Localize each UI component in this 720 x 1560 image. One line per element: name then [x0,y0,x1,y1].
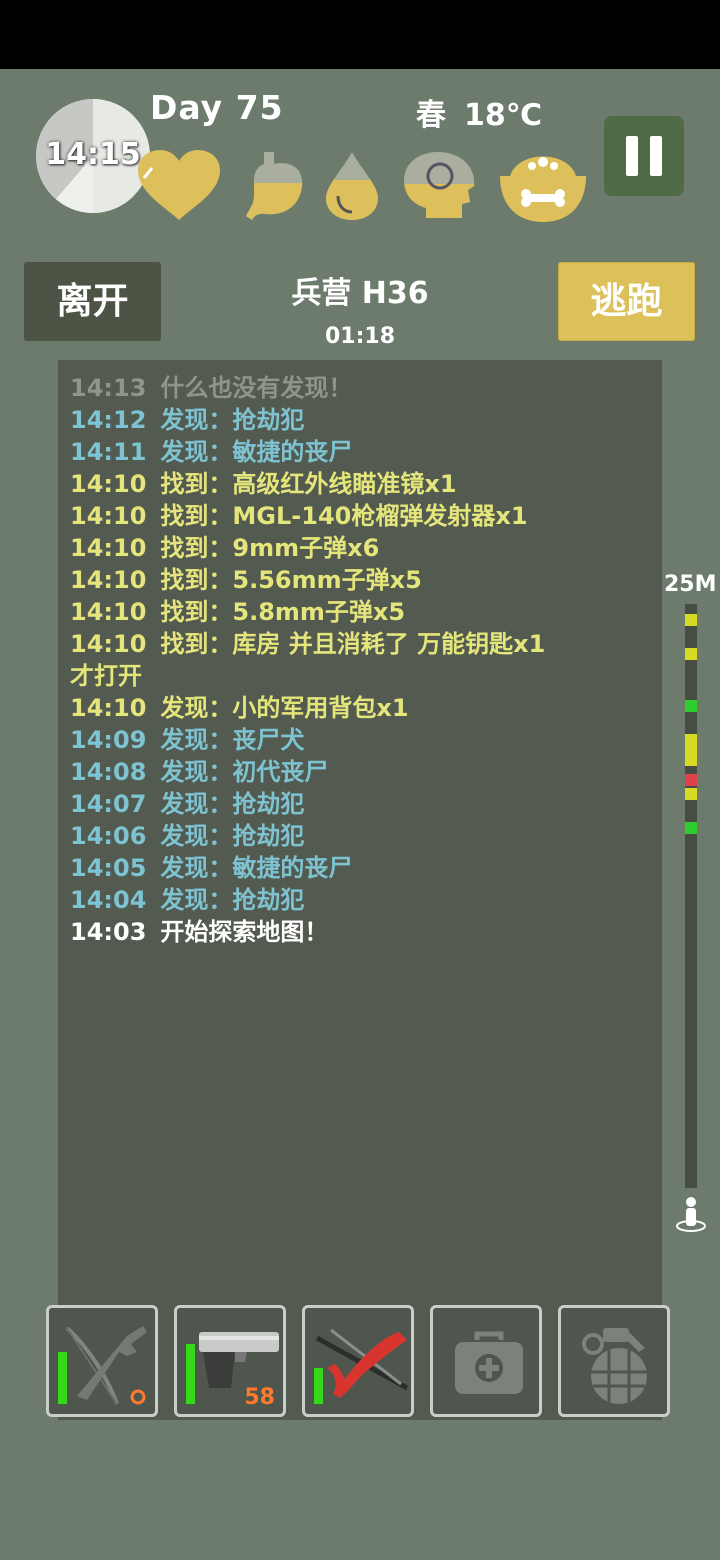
depth-marker [685,822,697,834]
melee-weapons-icon [315,1328,409,1398]
depth-marker [685,734,697,766]
log-message: 找到：高级红外线瞄准镜x1 [160,470,457,498]
temperature-label: 18℃ [464,98,543,133]
log-time: 14:03 [70,918,147,946]
log-entry: 14:10 找到：MGL-140枪榴弹发射器x1 [70,500,650,532]
log-entry: 14:05 发现：敏捷的丧尸 [70,852,650,884]
slot-primary-weapon[interactable] [46,1305,158,1417]
day-clock: 14:15 [36,99,150,213]
log-message: 找到：9mm子弹x6 [160,534,380,562]
pause-button[interactable] [604,116,684,196]
log-entry: 14:13 什么也没有发现！ [70,372,650,404]
log-message: 找到：5.56mm子弹x5 [160,566,422,594]
log-time: 14:10 [70,502,147,530]
pet-bowl-icon [500,156,586,222]
log-time: 14:10 [70,598,147,626]
durability-bar [314,1368,323,1404]
log-time: 14:10 [70,470,147,498]
log-time: 14:11 [70,438,147,466]
event-log-panel[interactable]: 14:13 什么也没有发现！ 14:12 发现：抢劫犯 14:11 发现：敏捷的丧尸 14:… [58,360,662,1420]
day-counter: Day 75 [150,88,284,127]
depth-marker [685,700,697,712]
log-message: 发现：小的军用背包x1 [160,694,409,722]
log-entry: 14:03 开始探索地图！ [70,916,650,948]
pistol-icon [199,1332,279,1388]
slot-secondary-weapon[interactable]: 58 [174,1305,286,1417]
log-time: 14:10 [70,534,147,562]
log-entry: 14:10 找到：高级红外线瞄准镜x1 [70,468,650,500]
log-time: 14:10 [70,630,147,658]
log-time: 14:07 [70,790,147,818]
log-message: 找到：5.8mm子弹x5 [160,598,406,626]
pause-icon [626,136,638,176]
heart-icon [138,150,220,220]
log-message: 发现：抢劫犯 [160,886,305,914]
durability-bar [186,1344,195,1404]
depth-marker [685,614,697,626]
log-entry: 14:10 找到：9mm子弹x6 [70,532,650,564]
depth-label: 25M [664,572,717,597]
ammo-count: 58 [244,1385,275,1410]
durability-bar [58,1352,67,1404]
log-entry: 14:06 发现：抢劫犯 [70,820,650,852]
medkit-icon [455,1331,523,1394]
player-marker-icon [676,1197,706,1232]
ammo-count [130,1389,146,1405]
log-message: 找到：库房 并且消耗了 万能钥匙x1 [160,630,546,658]
depth-track [685,604,697,1188]
depth-marker [685,774,697,786]
log-message: 发现：敏捷的丧尸 [160,854,353,882]
log-message: 发现：抢劫犯 [160,822,305,850]
stomach-icon [246,152,303,220]
log-message: 发现：丧尸犬 [160,726,305,754]
log-entry: 14:08 发现：初代丧尸 [70,756,650,788]
log-time: 14:13 [70,374,147,402]
log-entry: 14:10 找到：5.56mm子弹x5 [70,564,650,596]
log-message: 什么也没有发现！ [160,374,353,402]
log-message: 发现：抢劫犯 [160,790,305,818]
log-time: 14:05 [70,854,147,882]
log-message: 找到：MGL-140枪榴弹发射器x1 [160,502,528,530]
log-entry: 14:09 发现：丧尸犬 [70,724,650,756]
log-entry: 14:04 发现：抢劫犯 [70,884,650,916]
grenade-icon [582,1328,647,1404]
log-message: 才打开 [70,662,142,690]
slot-throwable[interactable] [558,1305,670,1417]
log-entry: 14:12 发现：抢劫犯 [70,404,650,436]
slot-medical[interactable] [430,1305,542,1417]
log-time: 14:08 [70,758,147,786]
system-status-bar [0,0,720,69]
slot-melee-weapon[interactable] [302,1305,414,1417]
log-time: 14:04 [70,886,147,914]
log-entry: 14:07 发现：抢劫犯 [70,788,650,820]
log-time: 14:10 [70,566,147,594]
log-time: 14:09 [70,726,147,754]
weather-info: 春 18℃ [416,90,560,134]
pause-icon [650,136,662,176]
log-entry: 14:10 找到：5.8mm子弹x5 [70,596,650,628]
log-message: 发现：初代丧尸 [160,758,329,786]
log-time: 14:12 [70,406,147,434]
log-message: 发现：敏捷的丧尸 [160,438,353,466]
log-time: 14:06 [70,822,147,850]
log-entry: 才打开 [70,660,650,692]
depth-marker [685,788,697,800]
log-message: 开始探索地图！ [160,918,329,946]
depth-marker [685,648,697,660]
log-entry: 14:10 找到：库房 并且消耗了 万能钥匙x1 [70,628,650,660]
flee-button[interactable]: 逃跑 [558,262,695,341]
water-drop-icon [326,152,378,220]
log-message: 发现：抢劫犯 [160,406,305,434]
clock-time: 14:15 [45,137,141,172]
season-label: 春 [416,98,446,133]
log-entry: 14:11 发现：敏捷的丧尸 [70,436,650,468]
head-icon [404,152,475,218]
log-entry: 14:10 发现：小的军用背包x1 [70,692,650,724]
log-time: 14:10 [70,694,147,722]
